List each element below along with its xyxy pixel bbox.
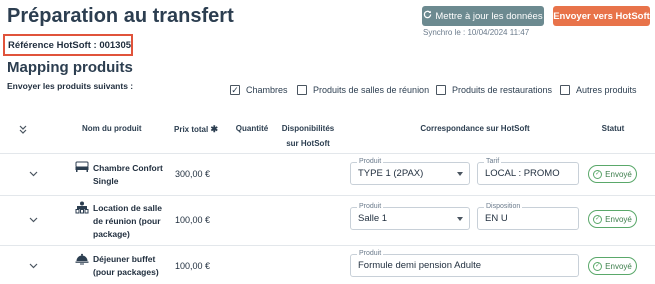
check-circle-icon: ✓	[593, 261, 603, 271]
collapse-all-icon[interactable]	[17, 123, 29, 135]
page-title: Préparation au transfert	[7, 5, 234, 27]
checkbox-icon[interactable]	[560, 85, 570, 95]
check-circle-icon: ✓	[593, 214, 603, 224]
sync-data-button[interactable]: Mettre à jour les données	[422, 6, 544, 26]
product-select[interactable]: Produit Formule demi pension Adulte	[350, 249, 579, 277]
chevron-down-icon[interactable]	[27, 168, 39, 180]
field-value: Formule demi pension Adulte	[358, 260, 482, 271]
checkbox-icon[interactable]	[297, 85, 307, 95]
filter-label: Chambres	[246, 85, 288, 95]
product-name: Chambre Confort Single	[93, 163, 163, 186]
filter-other-products[interactable]: Autres produits	[560, 85, 637, 95]
sync-timestamp: Synchro le : 10/04/2024 11:47	[423, 28, 530, 37]
col-price: Prix total ✱	[174, 122, 222, 137]
filter-chambres[interactable]: ✓ Chambres	[230, 85, 288, 95]
col-price-label: Prix total	[174, 125, 209, 134]
checkbox-icon[interactable]	[436, 85, 446, 95]
status-badge: ✓ Envoyé	[588, 210, 637, 228]
filter-label: Produits de salles de réunion	[313, 85, 430, 95]
sync-button-label: Mettre à jour les données	[435, 10, 543, 22]
product-select[interactable]: Produit Salle 1	[350, 202, 470, 230]
col-quantity: Quantité	[235, 124, 269, 133]
status-label: Envoyé	[605, 261, 632, 271]
section-title: Mapping produits	[7, 59, 133, 76]
field-label: Tarif	[484, 157, 502, 167]
field-label: Produit	[357, 157, 384, 167]
send-to-hotsoft-button[interactable]: Envoyer vers HotSoft	[553, 6, 650, 26]
col-availability: Disponibilités sur HotSoft	[281, 124, 335, 148]
filter-meeting-rooms[interactable]: Produits de salles de réunion	[297, 85, 429, 95]
field-value: LOCAL : PROMO	[485, 168, 560, 179]
hotsoft-reference: Référence HotSoft : 001305	[3, 34, 133, 56]
chevron-down-icon[interactable]	[27, 260, 39, 272]
product-select[interactable]: Produit TYPE 1 (2PAX)	[350, 157, 470, 185]
product-price: 100,00 €	[175, 215, 211, 225]
field-value: Salle 1	[358, 213, 388, 224]
dropdown-caret-icon	[457, 172, 463, 176]
checkbox-checked-icon[interactable]: ✓	[230, 85, 240, 95]
product-name: Déjeuner buffet (pour packages)	[93, 254, 159, 277]
col-status: Statut	[601, 124, 625, 133]
check-circle-icon: ✓	[593, 169, 603, 179]
status-label: Envoyé	[605, 169, 632, 179]
product-price: 300,00 €	[175, 169, 211, 179]
col-name: Nom du produit	[82, 124, 142, 133]
cloche-icon	[75, 252, 89, 266]
status-badge: ✓ Envoyé	[588, 257, 637, 275]
product-price: 100,00 €	[175, 261, 211, 271]
status-badge: ✓ Envoyé	[588, 165, 637, 183]
bed-icon	[75, 160, 89, 174]
refresh-icon	[423, 10, 432, 22]
dropdown-caret-icon	[457, 217, 463, 221]
send-products-label: Envoyer les produits suivants :	[7, 81, 134, 91]
sort-icon[interactable]: ✱	[210, 124, 218, 134]
layout-select[interactable]: Disposition EN U	[477, 202, 579, 230]
field-label: Produit	[357, 202, 384, 212]
field-value: EN U	[485, 213, 508, 224]
chevron-down-icon[interactable]	[27, 214, 39, 226]
meeting-room-icon	[75, 200, 89, 214]
filter-label: Produits de restaurations	[452, 85, 553, 95]
filter-restaurants[interactable]: Produits de restaurations	[436, 85, 552, 95]
field-label: Disposition	[484, 202, 523, 212]
field-value: TYPE 1 (2PAX)	[358, 168, 424, 179]
rate-input[interactable]: Tarif LOCAL : PROMO	[477, 157, 579, 185]
col-mapping: Correspondance sur HotSoft	[420, 124, 530, 133]
status-label: Envoyé	[605, 214, 632, 224]
field-label: Produit	[357, 249, 384, 259]
filter-label: Autres produits	[576, 85, 637, 95]
product-name: Location de salle de réunion (pour packa…	[93, 203, 162, 239]
